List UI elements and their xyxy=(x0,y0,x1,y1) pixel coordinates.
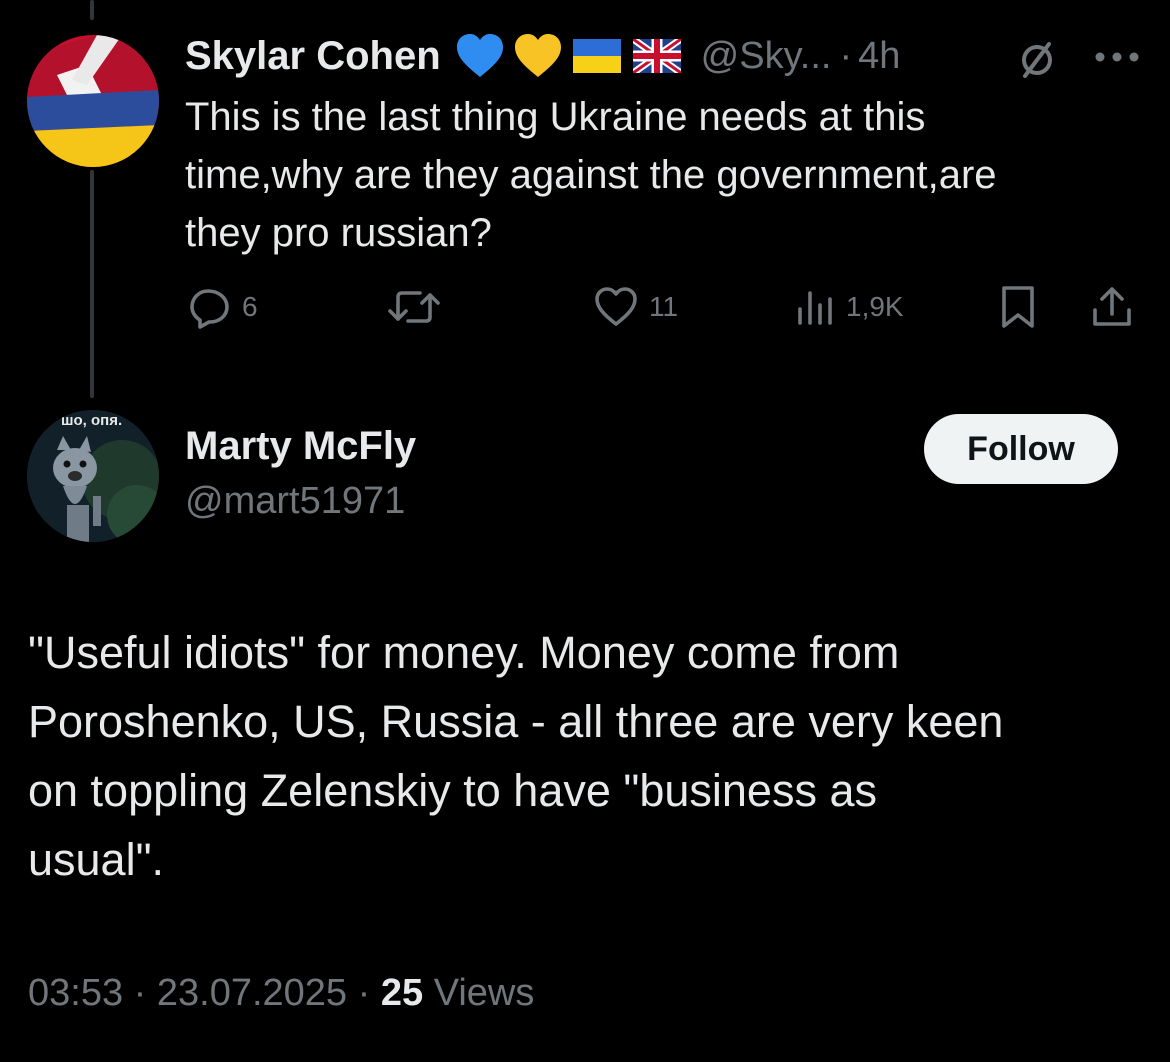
meta-separator: · xyxy=(133,972,147,1014)
parent-tweet-text: This is the last thing Ukraine needs at … xyxy=(185,88,997,262)
main-tweet-text: "Useful idiots" for money. Money come fr… xyxy=(28,618,1003,894)
uk-flag-icon xyxy=(632,39,681,73)
like-count: 11 xyxy=(649,291,679,322)
tweet-meta: 03:53 · 23.07.2025 · 25 Views xyxy=(28,972,534,1015)
parent-tweet-header: Skylar Cohen @Sky... · 4h xyxy=(185,28,900,84)
avatar-skylar[interactable] xyxy=(27,35,159,167)
follow-button[interactable]: Follow xyxy=(924,414,1118,484)
bookmark-action[interactable] xyxy=(998,282,1038,332)
reply-icon xyxy=(190,289,229,329)
header-separator: · xyxy=(839,34,853,77)
reply-count: 6 xyxy=(242,291,258,322)
tweet-timestamp[interactable]: 03:53 xyxy=(28,972,123,1014)
main-author-handle[interactable]: @mart51971 xyxy=(185,480,405,523)
views-count: 1,9K xyxy=(846,291,904,322)
tweet-date[interactable]: 23.07.2025 xyxy=(157,972,347,1014)
avatar-marty[interactable]: шо, опя. xyxy=(27,410,159,542)
blue-heart-icon xyxy=(455,33,505,79)
views-icon xyxy=(798,291,832,325)
meta-separator: · xyxy=(357,972,371,1014)
heart-icon xyxy=(595,287,637,326)
share-action[interactable] xyxy=(1090,282,1134,332)
grok-icon[interactable] xyxy=(1015,38,1059,87)
author-handle[interactable]: @Sky... xyxy=(701,35,832,78)
main-author-name[interactable]: Marty McFly xyxy=(185,424,416,469)
avatar-wolf-image xyxy=(27,410,159,542)
tweet-text-line: time,why are they against the government… xyxy=(185,153,997,197)
like-action[interactable]: 11 xyxy=(593,282,678,332)
bookmark-icon xyxy=(1002,286,1034,328)
tweet-text-line: they pro russian? xyxy=(185,211,492,255)
tweet-text-line: usual". xyxy=(28,834,165,885)
views-count-bold: 25 xyxy=(380,972,424,1014)
more-options-icon[interactable] xyxy=(1094,50,1140,68)
retweet-icon xyxy=(388,291,440,323)
author-name[interactable]: Skylar Cohen xyxy=(185,34,441,79)
views-action[interactable]: 1,9K xyxy=(796,282,904,332)
tweet-text-line: Poroshenko, US, Russia - all three are v… xyxy=(28,696,1004,747)
ukraine-flag-icon xyxy=(572,39,621,73)
views-label: Views xyxy=(433,972,535,1014)
tweet-text-line: on toppling Zelenskiy to have "business … xyxy=(28,765,877,816)
tweet-time[interactable]: 4h xyxy=(858,35,900,78)
tweet-text-line: "Useful idiots" for money. Money come fr… xyxy=(28,627,900,678)
yellow-heart-icon xyxy=(513,33,563,79)
avatar-caption: шо, опя. xyxy=(61,412,123,429)
tweet-text-line: This is the last thing Ukraine needs at … xyxy=(185,95,926,139)
thread-line xyxy=(90,170,94,398)
share-icon xyxy=(1093,287,1131,326)
thread-line-top xyxy=(90,0,94,20)
avatar-flag-image xyxy=(27,35,159,167)
reply-action[interactable]: 6 xyxy=(188,282,258,332)
retweet-action[interactable] xyxy=(386,282,452,332)
